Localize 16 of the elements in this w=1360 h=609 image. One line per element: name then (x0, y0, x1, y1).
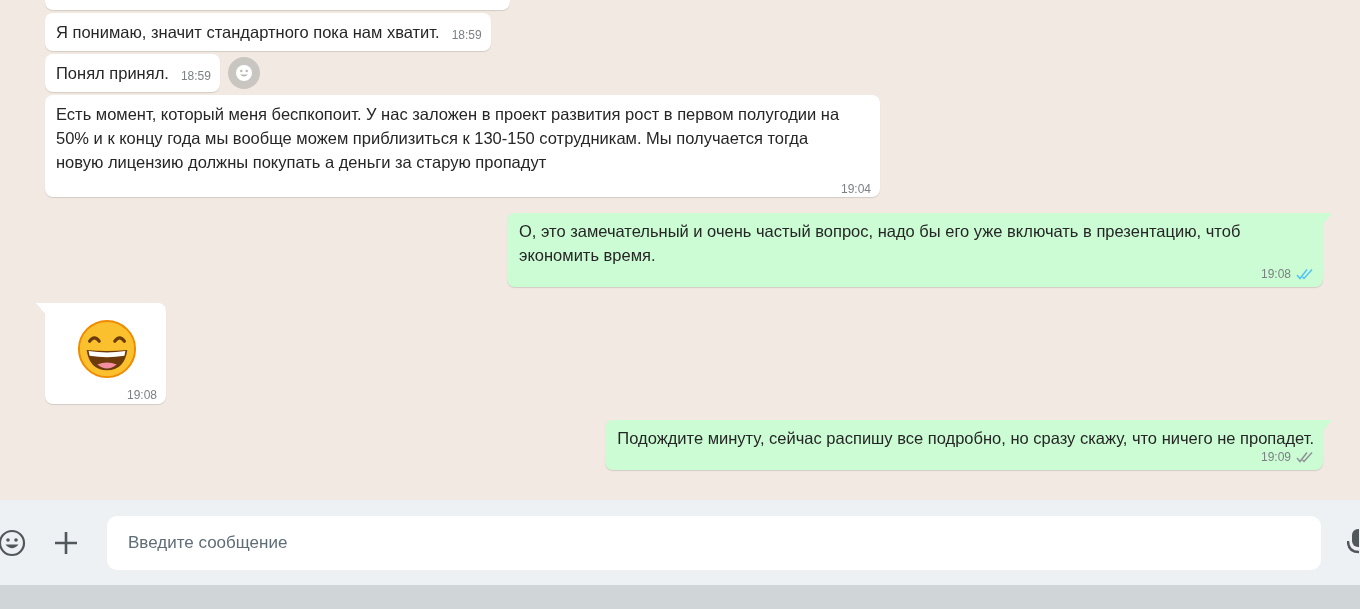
message-time: 19:08 (126, 388, 157, 402)
plus-icon[interactable] (54, 530, 78, 555)
message-text: О, это замечательный и очень частый вопрос, надо бы его уже включать в презентацию, чтоб экономить время. (519, 221, 1242, 266)
emoji-icon[interactable] (0, 528, 26, 557)
message-time: 19:08 (1260, 267, 1291, 281)
grinning-face-icon (76, 318, 138, 380)
message-text: Понял принял. (56, 63, 169, 84)
message-text: Есть момент, который меня беспкопоит. У нас заложен в проект развития рост в первом полугодии на 50% и к концу года мы вообще можем приблизиться к 130-150 сотрудникам. Мы получается тогда новую лицензию должны покупать а деньги за старую пропадут (56, 104, 841, 173)
message-time: 18:59 (451, 28, 482, 42)
message-time: 19:04 (840, 182, 871, 196)
smiley-icon (233, 63, 254, 83)
message-time: 19:09 (1260, 450, 1291, 464)
message-text: Я понимаю, значит стандартного пока нам хватит. (56, 22, 440, 43)
message-input[interactable]: Введите сообщение (107, 515, 1321, 570)
message-time: 18:59 (180, 69, 211, 83)
message-text: Подождите минуту, сейчас распишу все подробно, но сразу скажу, что ничего не пропадет. (617, 428, 1314, 449)
